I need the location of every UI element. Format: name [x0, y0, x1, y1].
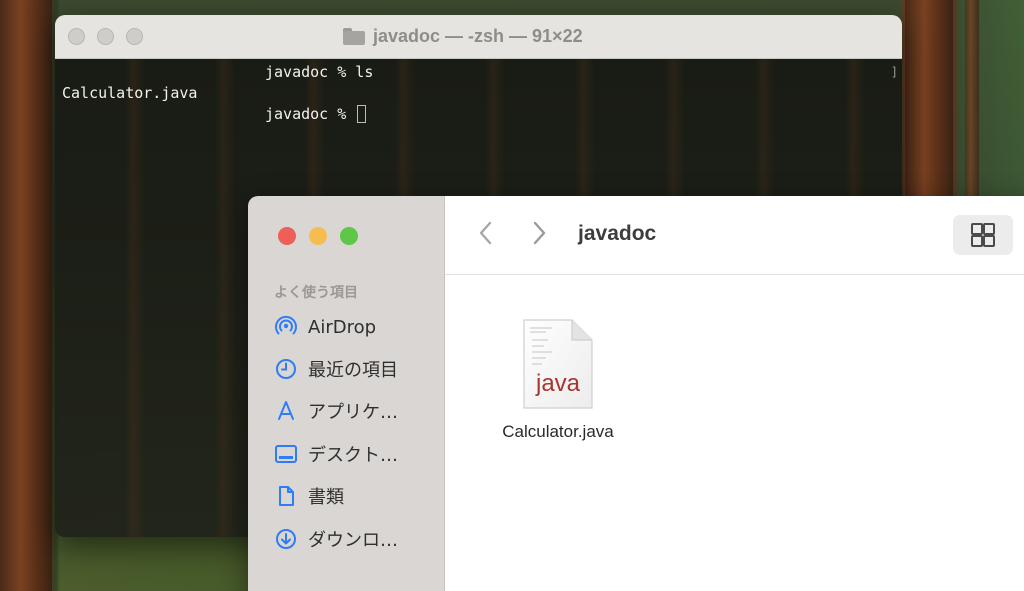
tree-trunk	[965, 0, 979, 200]
java-file-icon: java	[522, 318, 594, 410]
sidebar-item-airdrop[interactable]: AirDrop	[274, 313, 376, 341]
chevron-right-icon	[533, 221, 546, 245]
sidebar-item-desktop[interactable]: デスクト…	[274, 440, 398, 468]
sidebar-item-label: AirDrop	[308, 316, 377, 338]
file-name: Calculator.java	[502, 422, 614, 441]
clock-icon	[276, 359, 296, 379]
desktop-icon	[275, 445, 297, 463]
folder-icon	[343, 28, 365, 45]
terminal-command-line: javadoc % ls	[265, 63, 374, 81]
sidebar-item-label: ダウンロ…	[308, 530, 398, 551]
download-icon	[276, 529, 296, 549]
terminal-cursor	[357, 105, 367, 123]
back-button[interactable]	[472, 218, 502, 248]
terminal-title-text: javadoc — -zsh — 91×22	[373, 26, 583, 46]
sidebar-heading-favorites: よく使う項目	[274, 285, 358, 301]
sidebar-item-downloads[interactable]: ダウンロ…	[274, 525, 398, 553]
sidebar-item-label: 最近の項目	[308, 360, 398, 381]
view-mode-button[interactable]	[953, 215, 1013, 255]
finder-main-area[interactable]: javadoc java Calculator.java	[445, 196, 1024, 591]
minimize-button[interactable]	[97, 28, 114, 45]
sidebar-item-label: アプリケ…	[308, 402, 398, 423]
terminal-prompt: javadoc %	[265, 105, 356, 123]
zoom-button[interactable]	[340, 227, 358, 245]
sidebar-item-label: 書類	[308, 487, 344, 508]
sidebar-item-label: デスクト…	[308, 445, 398, 466]
tree-trunk	[0, 0, 52, 591]
sidebar-item-documents[interactable]: 書類	[274, 482, 344, 510]
finder-toolbar: javadoc	[445, 196, 1024, 275]
zoom-button[interactable]	[126, 28, 143, 45]
folder-title: javadoc	[578, 222, 657, 245]
terminal-prompt-line: javadoc %	[265, 105, 367, 123]
terminal-title: javadoc — -zsh — 91×22	[343, 26, 583, 47]
sidebar-item-recents[interactable]: 最近の項目	[274, 355, 398, 383]
applications-icon	[278, 401, 294, 420]
close-button[interactable]	[278, 227, 296, 245]
scroll-indicator: ]	[890, 65, 898, 79]
document-icon	[279, 486, 294, 506]
terminal-output-line: Calculator.java	[62, 84, 198, 102]
sidebar-item-applications[interactable]: アプリケ…	[274, 397, 398, 425]
file-type-label: java	[535, 370, 581, 397]
close-button[interactable]	[68, 28, 85, 45]
finder-window[interactable]: よく使う項目 AirDrop 最近の項目 アプリケ… デスクト… 書類 ダウンロ…	[248, 196, 1024, 591]
forward-button[interactable]	[524, 218, 554, 248]
terminal-titlebar[interactable]: javadoc — -zsh — 91×22	[55, 15, 902, 59]
chevron-left-icon	[479, 221, 492, 245]
finder-sidebar: よく使う項目 AirDrop 最近の項目 アプリケ… デスクト… 書類 ダウンロ…	[248, 196, 445, 591]
minimize-button[interactable]	[309, 227, 327, 245]
airdrop-icon	[275, 315, 297, 335]
file-item-calculator[interactable]: java Calculator.java	[493, 318, 623, 442]
